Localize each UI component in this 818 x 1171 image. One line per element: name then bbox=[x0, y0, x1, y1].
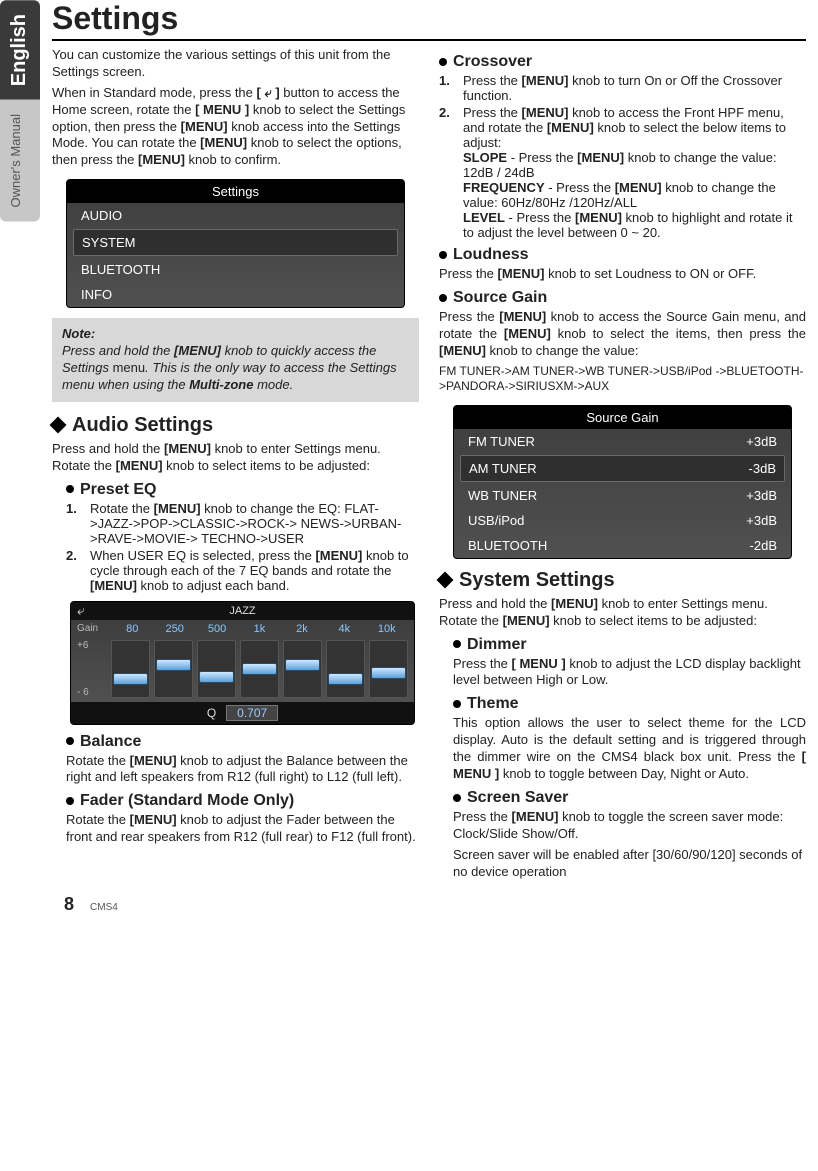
intro-p2: When in Standard mode, press the [ ⤶ ] b… bbox=[52, 85, 419, 169]
crossover-step-2: 2. Press the [MENU] knob to access the F… bbox=[439, 105, 806, 240]
eq-q-label: Q bbox=[207, 706, 216, 720]
source-gain-text: Press the [MENU] knob to access the Sour… bbox=[439, 309, 806, 360]
settings-panel: Settings AUDIOSYSTEMBLUETOOTHINFO bbox=[66, 179, 405, 308]
preset-step-1: 1. Rotate the [MENU] knob to change the … bbox=[66, 501, 419, 546]
source-gain-row: FM TUNER+3dB bbox=[454, 429, 791, 454]
crossover-step-1: 1. Press the [MENU] knob to turn On or O… bbox=[439, 73, 806, 103]
fader-text: Rotate the [MENU] knob to adjust the Fad… bbox=[66, 812, 419, 846]
preset-step-2: 2. When USER EQ is selected, press the [… bbox=[66, 548, 419, 593]
side-tab-column: English Owner's Manual bbox=[0, 0, 40, 915]
screen-saver-text: Press the [MENU] knob to toggle the scre… bbox=[453, 809, 806, 843]
source-gain-row: AM TUNER-3dB bbox=[460, 455, 785, 482]
page-footer: 8 CMS4 bbox=[52, 894, 806, 915]
intro-p1: You can customize the various settings o… bbox=[52, 47, 419, 81]
balance-text: Rotate the [MENU] knob to adjust the Bal… bbox=[66, 753, 419, 787]
settings-row: SYSTEM bbox=[73, 229, 398, 256]
system-intro: Press and hold the [MENU] knob to enter … bbox=[439, 596, 806, 630]
crossover-heading: Crossover bbox=[439, 53, 806, 71]
settings-panel-title: Settings bbox=[67, 180, 404, 203]
model-id: CMS4 bbox=[90, 902, 118, 913]
system-settings-heading: System Settings bbox=[439, 569, 806, 592]
left-column: You can customize the various settings o… bbox=[52, 47, 419, 884]
source-gain-row: WB TUNER+3dB bbox=[454, 483, 791, 508]
settings-row: INFO bbox=[67, 282, 404, 307]
tab-manual: Owner's Manual bbox=[0, 100, 40, 222]
loudness-heading: Loudness bbox=[439, 246, 806, 264]
eq-slider bbox=[111, 640, 150, 698]
right-column: Crossover 1. Press the [MENU] knob to tu… bbox=[439, 47, 806, 884]
screen-saver-text-2: Screen saver will be enabled after [30/6… bbox=[453, 847, 806, 881]
source-gain-panel: Source Gain FM TUNER+3dBAM TUNER-3dBWB T… bbox=[453, 405, 792, 559]
theme-heading: Theme bbox=[453, 695, 806, 713]
note-box: Note: Press and hold the [MENU] knob to … bbox=[52, 318, 419, 402]
eq-slider bbox=[197, 640, 236, 698]
page-title: Settings bbox=[52, 0, 806, 41]
eq-slider bbox=[283, 640, 322, 698]
audio-intro: Press and hold the [MENU] knob to enter … bbox=[52, 441, 419, 475]
eq-title: JAZZ bbox=[229, 605, 255, 617]
eq-gain-label: Gain bbox=[77, 623, 111, 635]
balance-heading: Balance bbox=[66, 733, 419, 751]
back-icon: ⤶ bbox=[77, 602, 85, 619]
dimmer-heading: Dimmer bbox=[453, 636, 806, 654]
source-gain-heading: Source Gain bbox=[439, 289, 806, 307]
eq-q-value: 0.707 bbox=[226, 705, 278, 721]
source-gain-row: BLUETOOTH-2dB bbox=[454, 533, 791, 558]
eq-slider bbox=[240, 640, 279, 698]
eq-slider bbox=[369, 640, 408, 698]
source-gain-chain: FM TUNER->AM TUNER->WB TUNER->USB/iPod -… bbox=[439, 364, 806, 395]
source-gain-row: USB/iPod+3dB bbox=[454, 508, 791, 533]
preset-eq-heading: Preset EQ bbox=[66, 481, 419, 499]
theme-text: This option allows the user to select th… bbox=[453, 715, 806, 783]
settings-row: BLUETOOTH bbox=[67, 257, 404, 282]
audio-settings-heading: Audio Settings bbox=[52, 414, 419, 437]
fader-heading: Fader (Standard Mode Only) bbox=[66, 792, 419, 810]
source-gain-panel-title: Source Gain bbox=[454, 406, 791, 429]
screen-saver-heading: Screen Saver bbox=[453, 789, 806, 807]
eq-slider bbox=[154, 640, 193, 698]
eq-slider bbox=[326, 640, 365, 698]
settings-row: AUDIO bbox=[67, 203, 404, 228]
eq-panel: ⤶ JAZZ Gain 80 250 500 1k 2k 4k 10k bbox=[70, 601, 415, 725]
page-number: 8 bbox=[64, 894, 74, 915]
loudness-text: Press the [MENU] knob to set Loudness to… bbox=[439, 266, 806, 283]
tab-language: English bbox=[0, 0, 40, 100]
dimmer-text: Press the [ MENU ] knob to adjust the LC… bbox=[453, 656, 806, 690]
